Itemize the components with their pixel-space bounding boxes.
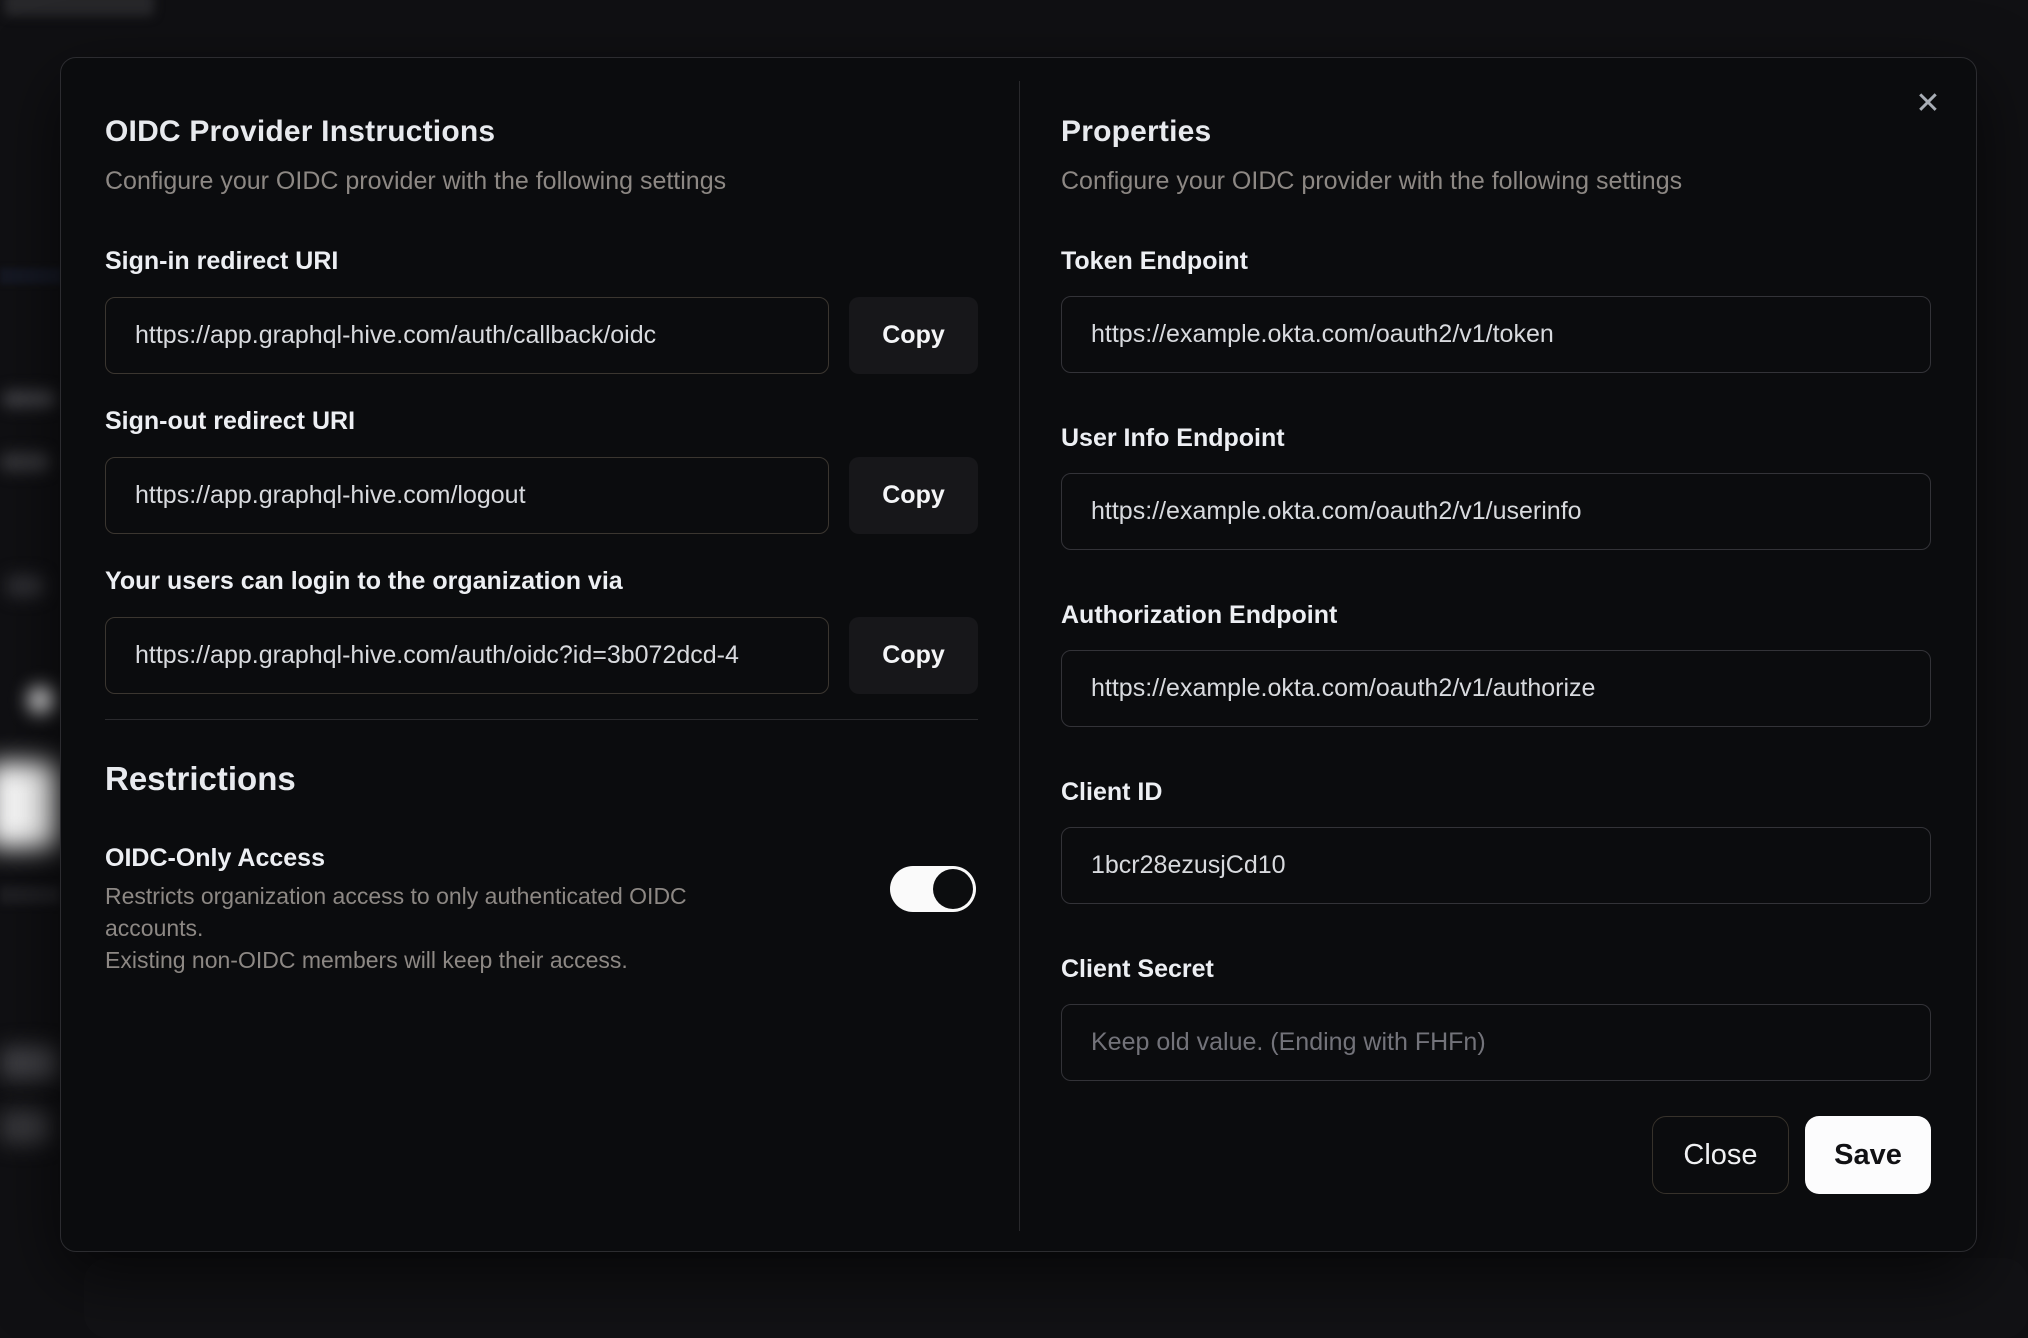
signin-redirect-input[interactable] (105, 297, 829, 374)
background-fragment (0, 268, 62, 284)
signin-redirect-label: Sign-in redirect URI (105, 247, 339, 275)
oidc-only-access-description: Restricts organization access to only au… (105, 880, 765, 976)
signout-redirect-label: Sign-out redirect URI (105, 407, 356, 435)
oidc-settings-dialog: ✕ OIDC Provider Instructions Configure y… (60, 57, 1977, 1252)
client-secret-input[interactable] (1061, 1004, 1931, 1081)
background-fragment (84, 1258, 2028, 1338)
copy-button[interactable]: Copy (849, 617, 978, 694)
login-url-row: Copy (105, 617, 978, 694)
background-fragment (0, 886, 60, 904)
signout-redirect-row: Copy (105, 457, 978, 534)
signout-redirect-input[interactable] (105, 457, 829, 534)
client-id-label: Client ID (1061, 778, 1163, 806)
userinfo-endpoint-label: User Info Endpoint (1061, 424, 1285, 452)
client-secret-label: Client Secret (1061, 955, 1214, 983)
description-line: Existing non-OIDC members will keep thei… (105, 947, 628, 973)
restrictions-title: Restrictions (105, 760, 296, 797)
userinfo-endpoint-input[interactable] (1061, 473, 1931, 550)
properties-title: Properties (1061, 115, 1212, 148)
background-fragment (2, 390, 56, 408)
save-button[interactable]: Save (1805, 1116, 1931, 1194)
properties-column: Properties Configure your OIDC provider … (1061, 58, 1931, 1194)
client-id-input[interactable] (1061, 827, 1931, 904)
authorization-endpoint-label: Authorization Endpoint (1061, 601, 1338, 629)
copy-button[interactable]: Copy (849, 297, 978, 374)
section-divider (105, 719, 978, 720)
authorization-endpoint-input[interactable] (1061, 650, 1931, 727)
instructions-subtitle: Configure your OIDC provider with the fo… (105, 167, 727, 195)
token-endpoint-input[interactable] (1061, 296, 1931, 373)
login-url-label: Your users can login to the organization… (105, 567, 623, 595)
background-fragment (6, 575, 44, 597)
instructions-column: OIDC Provider Instructions Configure you… (105, 58, 978, 976)
background-fragment (0, 1046, 58, 1080)
dialog-actions: Close Save (1061, 1116, 1931, 1194)
background-fragment (28, 686, 54, 714)
token-endpoint-label: Token Endpoint (1061, 247, 1249, 275)
close-button[interactable]: Close (1652, 1116, 1789, 1194)
properties-subtitle: Configure your OIDC provider with the fo… (1061, 167, 1683, 195)
background-fragment (0, 452, 50, 472)
oidc-only-access-toggle[interactable] (890, 866, 976, 912)
signin-redirect-row: Copy (105, 297, 978, 374)
instructions-title: OIDC Provider Instructions (105, 115, 496, 148)
login-url-input[interactable] (105, 617, 829, 694)
background-fragment (4, 0, 154, 16)
oidc-only-access-label: OIDC-Only Access (105, 844, 325, 872)
background-fragment (0, 1110, 50, 1144)
column-divider (1019, 81, 1020, 1231)
oidc-only-access-row: OIDC-Only Access Restricts organization … (105, 842, 978, 976)
description-line: Restricts organization access to only au… (105, 883, 687, 941)
toggle-knob (933, 869, 973, 909)
copy-button[interactable]: Copy (849, 457, 978, 534)
background-fragment (0, 762, 58, 848)
